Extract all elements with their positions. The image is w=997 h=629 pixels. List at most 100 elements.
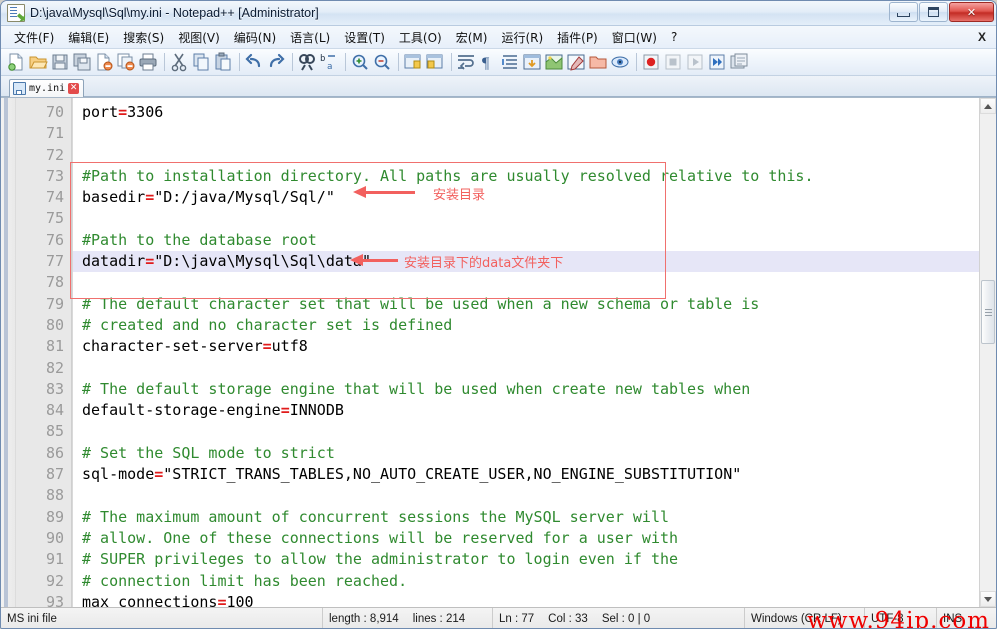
toolbar: ba ¶ — [1, 49, 996, 76]
scrollbar-thumb[interactable] — [981, 280, 995, 344]
maximize-button[interactable] — [919, 2, 948, 22]
undo-icon[interactable] — [244, 52, 264, 72]
monitoring-icon[interactable] — [610, 52, 630, 72]
annotation-data-dir: 安装目录下的data文件夹下 — [404, 256, 564, 271]
redo-icon[interactable] — [266, 52, 286, 72]
indent-guide-icon[interactable] — [500, 52, 520, 72]
menu-item-language[interactable]: 语言(L) — [283, 27, 337, 48]
menu-item-help[interactable]: ? — [664, 28, 684, 46]
line-number: 85 — [45, 422, 64, 441]
doc-map-icon[interactable] — [544, 52, 564, 72]
code-text-area[interactable]: port=3306 #Path to installation director… — [72, 98, 979, 607]
window-title: D:\java\Mysql\Sql\my.ini - Notepad++ [Ad… — [30, 6, 319, 20]
maximize-icon — [928, 7, 939, 17]
zoom-in-icon[interactable] — [350, 52, 370, 72]
close-file-icon[interactable] — [94, 52, 114, 72]
line-number: 90 — [45, 528, 64, 547]
code-token-key: sql-mode — [82, 465, 155, 484]
close-all-icon[interactable] — [116, 52, 136, 72]
cut-icon[interactable] — [169, 52, 189, 72]
save-icon[interactable] — [50, 52, 70, 72]
show-all-chars-icon[interactable]: ¶ — [478, 52, 498, 72]
code-token-cmt: # The default storage engine that will b… — [82, 379, 751, 398]
menu-item-plugins[interactable]: 插件(P) — [550, 27, 605, 48]
line-number: 76 — [45, 230, 64, 249]
status-sel: Sel : 0 | 0 — [601, 612, 651, 625]
function-list-icon[interactable] — [566, 52, 586, 72]
menu-item-encoding[interactable]: 编码(N) — [227, 27, 283, 48]
find-icon[interactable] — [297, 52, 317, 72]
menu-item-macro[interactable]: 宏(M) — [449, 27, 495, 48]
svg-text:¶: ¶ — [482, 55, 490, 72]
code-line: #Path to the database root — [82, 230, 979, 251]
code-token-eq: = — [145, 252, 155, 271]
tab-my-ini[interactable]: my.ini ✕ — [9, 79, 85, 97]
scroll-down-button[interactable] — [980, 591, 996, 607]
tab-close-icon[interactable]: ✕ — [68, 83, 80, 94]
code-token-eq: = — [217, 592, 227, 607]
menu-item-search[interactable]: 搜索(S) — [116, 27, 171, 48]
status-encoding: UTF-8 — [865, 608, 937, 628]
toolbar-separator — [398, 53, 399, 71]
user-defined-dialog-icon[interactable] — [522, 52, 542, 72]
toolbar-separator — [164, 53, 165, 71]
open-file-icon[interactable] — [28, 52, 48, 72]
status-length: length : 8,914 — [329, 612, 399, 625]
menu-item-window[interactable]: 窗口(W) — [605, 27, 664, 48]
minimize-button[interactable] — [889, 2, 918, 22]
code-token-key: port — [82, 103, 119, 121]
line-number: 78 — [45, 273, 64, 292]
copy-icon[interactable] — [191, 52, 211, 72]
play-multiple-macro-icon[interactable] — [707, 52, 727, 72]
close-button[interactable]: ✕ — [949, 2, 994, 22]
menu-item-file[interactable]: 文件(F) — [7, 27, 61, 48]
code-line: # connection limit has been reached. — [82, 571, 979, 592]
code-token-eq: = — [262, 337, 272, 356]
save-all-icon[interactable] — [72, 52, 92, 72]
line-number: 91 — [45, 550, 64, 569]
stop-macro-icon[interactable] — [663, 52, 683, 72]
notepadpp-window: D:\java\Mysql\Sql\my.ini - Notepad++ [Ad… — [0, 0, 997, 629]
word-wrap-icon[interactable] — [456, 52, 476, 72]
print-icon[interactable] — [138, 52, 158, 72]
code-token-cmt: # The maximum amount of concurrent sessi… — [82, 507, 669, 526]
vertical-scrollbar[interactable] — [979, 98, 996, 607]
folder-workspace-icon[interactable] — [588, 52, 608, 72]
line-number: 80 — [45, 315, 64, 334]
line-number: 79 — [45, 294, 64, 313]
scroll-up-button[interactable] — [980, 98, 996, 114]
minimize-icon — [897, 12, 910, 17]
record-macro-icon[interactable] — [641, 52, 661, 72]
play-macro-icon[interactable] — [685, 52, 705, 72]
menu-item-view[interactable]: 视图(V) — [171, 27, 227, 48]
sync-scroll-v-icon[interactable] — [403, 52, 423, 72]
close-document-button[interactable]: X — [978, 30, 986, 44]
code-token-cmt: # Set the SQL mode to strict — [82, 443, 335, 462]
tab-label: my.ini — [29, 83, 66, 94]
paste-icon[interactable] — [213, 52, 233, 72]
window-controls: ✕ — [888, 2, 994, 22]
menu-item-run[interactable]: 运行(R) — [494, 27, 550, 48]
code-line: # The maximum amount of concurrent sessi… — [82, 507, 979, 528]
line-number: 89 — [45, 507, 64, 526]
line-number: 83 — [45, 379, 64, 398]
replace-icon[interactable]: ba — [319, 52, 339, 72]
menu-item-tools[interactable]: 工具(O) — [392, 27, 449, 48]
line-number: 70 — [45, 103, 64, 121]
status-ln: Ln : 77 — [499, 612, 535, 625]
status-eol-format: Windows (CR LF) — [745, 608, 865, 628]
menu-item-edit[interactable]: 编辑(E) — [61, 27, 116, 48]
code-token-eq: = — [118, 103, 128, 121]
new-file-icon[interactable] — [6, 52, 26, 72]
save-macro-icon[interactable] — [729, 52, 749, 72]
code-token-cmt: #Path to installation directory. All pat… — [82, 166, 814, 185]
line-number: 77 — [45, 252, 64, 271]
line-number: 74 — [45, 188, 64, 207]
menu-item-settings[interactable]: 设置(T) — [337, 27, 392, 48]
zoom-out-icon[interactable] — [372, 52, 392, 72]
sync-scroll-h-icon[interactable] — [425, 52, 445, 72]
line-number-gutter: 70 71 72 73 74 75 76 77 78 79 80 81 82 83 84 85 86 87 88 89… — [16, 98, 72, 611]
